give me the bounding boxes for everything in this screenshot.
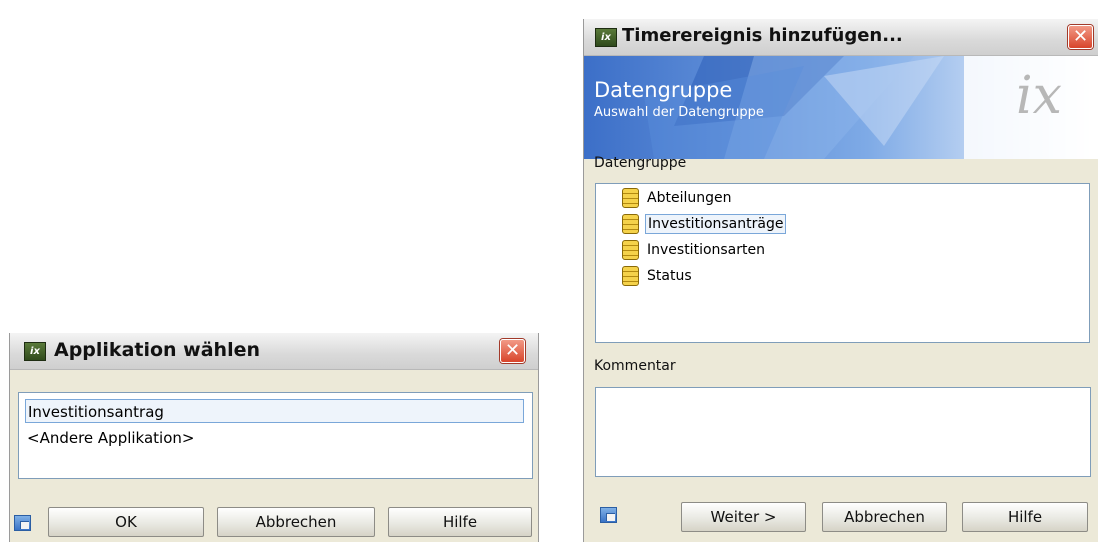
next-button[interactable]: Weiter > xyxy=(681,502,806,532)
tree-item-label: Investitionsarten xyxy=(647,242,765,258)
application-list[interactable]: Investitionsantrag <Andere Applikation> xyxy=(18,392,533,479)
ok-button[interactable]: OK xyxy=(48,507,204,537)
list-item-label: Investitionsantrag xyxy=(28,403,164,421)
help-button[interactable]: Hilfe xyxy=(962,502,1088,532)
timer-dialog-titlebar[interactable]: ix Timerereignis hinzufügen... ✕ xyxy=(584,19,1098,56)
application-dialog-titlebar[interactable]: ix Applikation wählen ✕ xyxy=(10,333,538,370)
database-icon xyxy=(622,214,639,234)
database-icon xyxy=(622,240,639,260)
database-icon xyxy=(622,266,639,286)
timer-dialog-title: Timerereignis hinzufügen... xyxy=(622,25,903,46)
tree-item-status[interactable]: Status xyxy=(622,264,694,288)
tree-item-investitionsarten[interactable]: Investitionsarten xyxy=(622,238,767,262)
cancel-button[interactable]: Abbrechen xyxy=(822,502,947,532)
comment-label: Kommentar xyxy=(594,358,676,374)
banner-subheading: Auswahl der Datengruppe xyxy=(594,105,764,120)
settings-checkbox-icon[interactable] xyxy=(600,507,617,523)
tree-item-investitionsantraege[interactable]: Investitionsanträge xyxy=(622,212,787,236)
data-group-tree[interactable]: Abteilungen Investitionsanträge Investit… xyxy=(595,183,1090,343)
tree-item-label: Status xyxy=(647,268,692,284)
comment-field[interactable] xyxy=(595,387,1091,477)
list-item[interactable]: Investitionsantrag xyxy=(25,399,524,423)
database-icon xyxy=(622,188,639,208)
help-button[interactable]: Hilfe xyxy=(388,507,532,537)
list-item[interactable]: <Andere Applikation> xyxy=(25,426,524,450)
ix-logo: ix xyxy=(1016,66,1062,126)
application-dialog-title: Applikation wählen xyxy=(54,339,261,361)
tree-item-label: Abteilungen xyxy=(647,190,732,206)
data-group-label: Datengruppe xyxy=(594,155,687,171)
list-item-label: <Andere Applikation> xyxy=(27,429,195,447)
cancel-button[interactable]: Abbrechen xyxy=(217,507,375,537)
settings-checkbox-icon[interactable] xyxy=(14,515,31,531)
tree-item-label: Investitionsanträge xyxy=(645,214,787,234)
banner-heading: Datengruppe xyxy=(594,78,733,102)
close-button[interactable]: ✕ xyxy=(1068,25,1093,49)
wizard-banner: Datengruppe Auswahl der Datengruppe ix xyxy=(584,56,1098,159)
application-dialog: ix Applikation wählen ✕ Investitionsantr… xyxy=(9,333,539,542)
app-logo-icon: ix xyxy=(595,28,617,47)
timer-event-dialog: ix Timerereignis hinzufügen... ✕ Datengr… xyxy=(583,19,1098,542)
app-logo-icon: ix xyxy=(24,342,46,361)
close-button[interactable]: ✕ xyxy=(500,339,525,363)
tree-item-abteilungen[interactable]: Abteilungen xyxy=(622,186,733,210)
